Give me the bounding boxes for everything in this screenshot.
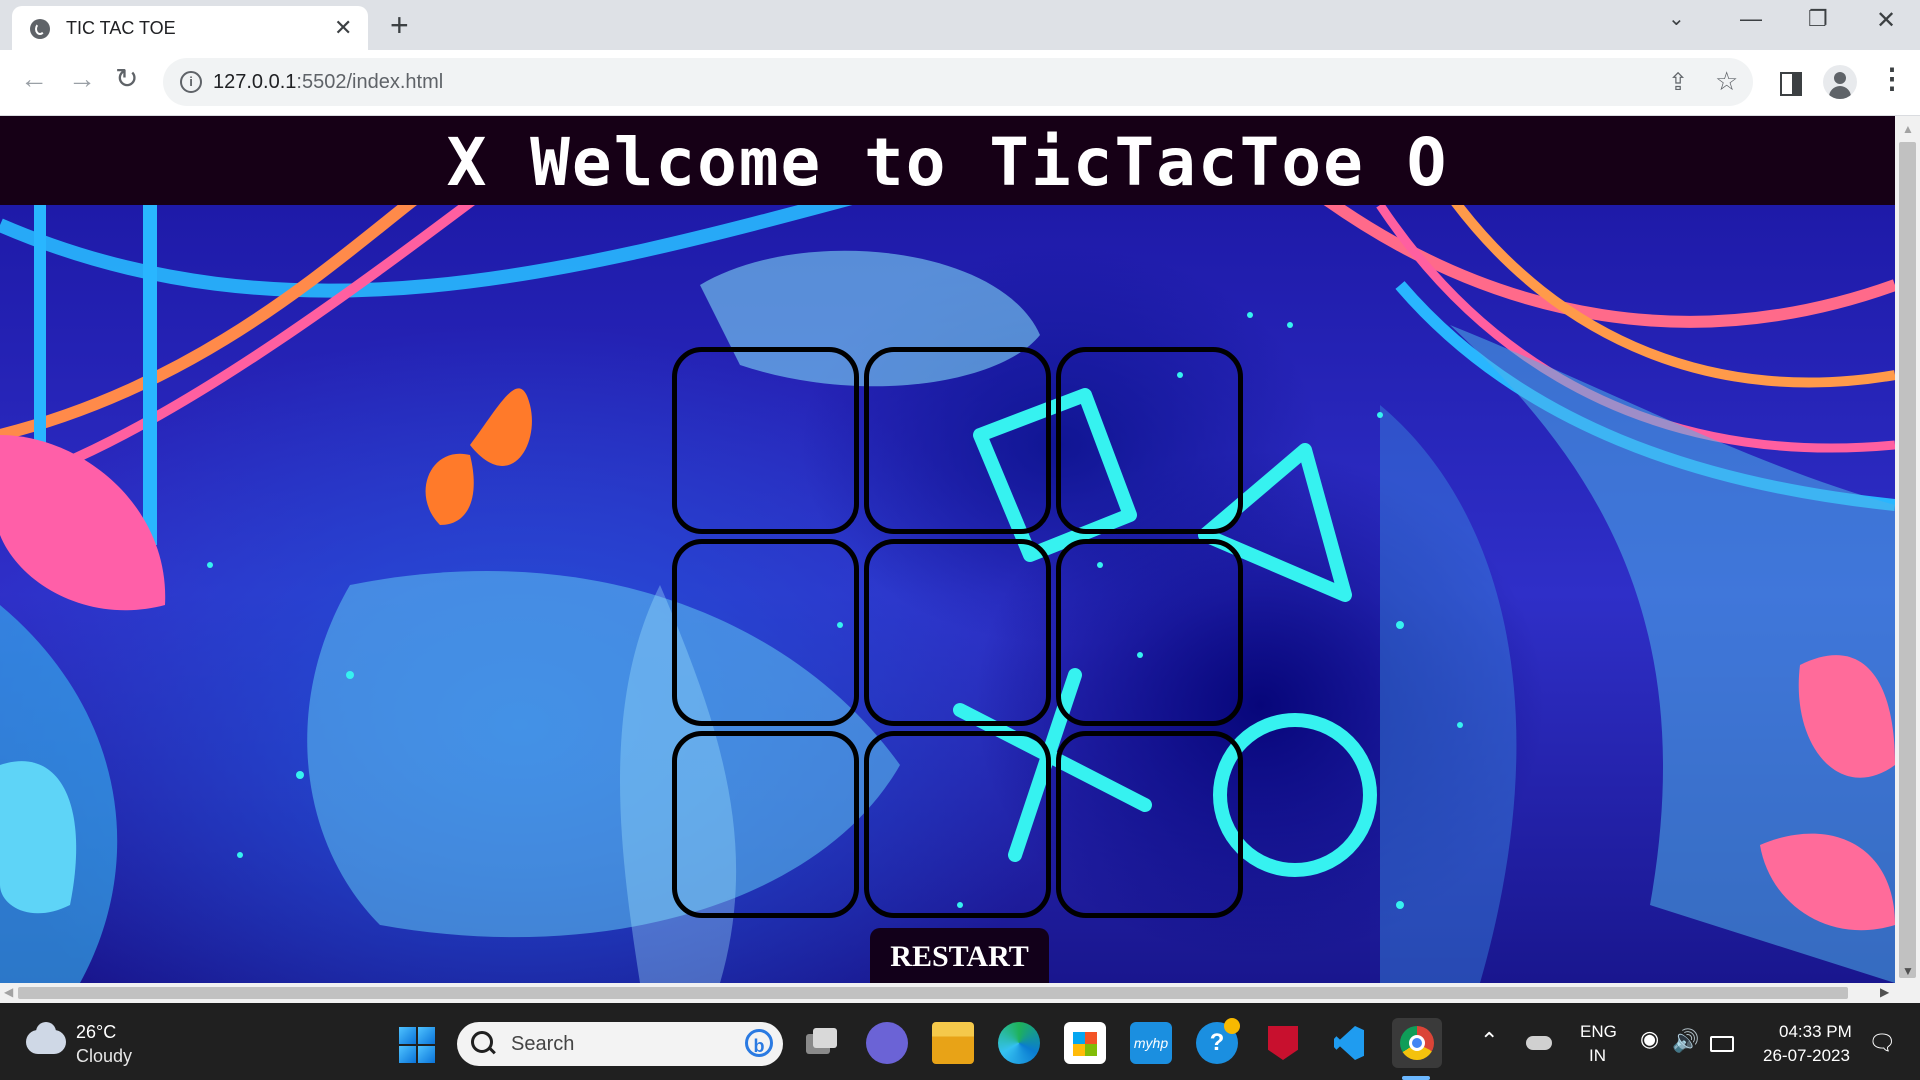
input-language[interactable]: ENG	[1580, 1022, 1617, 1042]
close-tab-icon[interactable]: ✕	[334, 16, 352, 40]
edge-browser-icon[interactable]	[998, 1022, 1040, 1064]
board-cell[interactable]	[672, 731, 859, 918]
horizontal-scroll-thumb[interactable]	[18, 987, 1848, 999]
board-cell[interactable]	[864, 731, 1051, 918]
page-title: X Welcome to TicTacToe O	[446, 124, 1449, 201]
board-cell[interactable]	[1056, 731, 1243, 918]
vscode-icon[interactable]	[1328, 1022, 1370, 1064]
clock-time[interactable]: 04:33 PM	[1779, 1022, 1852, 1042]
url-text[interactable]: 127.0.0.1:5502/index.html	[213, 71, 443, 94]
url-path: :5502/index.html	[296, 71, 444, 93]
input-region[interactable]: IN	[1589, 1046, 1606, 1066]
restart-button[interactable]: RESTART	[870, 928, 1049, 983]
globe-icon	[30, 19, 50, 39]
tab-search-icon[interactable]: ⌄	[1668, 6, 1685, 31]
board-cell[interactable]	[672, 347, 859, 534]
bing-icon[interactable]: b	[745, 1029, 773, 1057]
myhp-icon[interactable]: myhp	[1130, 1022, 1172, 1064]
file-explorer-icon[interactable]	[932, 1022, 974, 1064]
vertical-scroll-thumb[interactable]	[1899, 142, 1916, 978]
board-cell[interactable]	[864, 539, 1051, 726]
side-panel-icon[interactable]	[1780, 72, 1802, 96]
game-header: X Welcome to TicTacToe O	[0, 116, 1895, 205]
chrome-icon[interactable]	[1392, 1018, 1442, 1068]
task-view-icon[interactable]	[800, 1022, 842, 1064]
bookmark-star-icon[interactable]: ☆	[1715, 66, 1738, 97]
cloud-weather-icon[interactable]	[26, 1022, 66, 1054]
board-cell[interactable]	[864, 347, 1051, 534]
game-board	[672, 347, 1243, 918]
new-tab-button[interactable]: +	[390, 8, 409, 42]
minimize-button[interactable]: —	[1740, 6, 1762, 32]
taskbar-search[interactable]: Search b	[457, 1022, 783, 1066]
browser-tab[interactable]: TIC TAC TOE ✕	[12, 6, 368, 50]
url-host: 127.0.0.1	[213, 71, 297, 93]
windows-start-icon[interactable]	[399, 1027, 435, 1063]
mcafee-shield-icon[interactable]	[1262, 1022, 1304, 1064]
profile-avatar-icon[interactable]	[1823, 65, 1857, 99]
vertical-scrollbar[interactable]: ▲ ▼	[1895, 116, 1920, 983]
reload-button[interactable]: ↻	[115, 64, 138, 94]
board-cell[interactable]	[1056, 347, 1243, 534]
volume-icon[interactable]: 🔊	[1672, 1028, 1699, 1054]
close-window-button[interactable]: ✕	[1876, 6, 1896, 35]
scroll-left-arrow-icon[interactable]: ◀	[4, 985, 13, 999]
get-help-icon[interactable]: ?	[1196, 1018, 1240, 1064]
taskbar: 26°C Cloudy Search b myhp ? ⌃ ENG IN ◉ 🔊…	[0, 1008, 1920, 1080]
wifi-icon[interactable]: ◉	[1640, 1026, 1659, 1052]
board-cell[interactable]	[672, 539, 859, 726]
restore-button[interactable]: ❐	[1808, 6, 1828, 32]
onedrive-cloud-icon[interactable]	[1526, 1036, 1552, 1050]
weather-description[interactable]: Cloudy	[76, 1046, 132, 1067]
site-info-icon[interactable]: i	[180, 71, 202, 93]
horizontal-scrollbar[interactable]: ◀ ▶	[0, 983, 1920, 1003]
search-placeholder: Search	[511, 1033, 575, 1055]
clock-date[interactable]: 26-07-2023	[1763, 1046, 1850, 1066]
page-viewport: X Welcome to TicTacToe O RESTART	[0, 116, 1895, 983]
board-cell[interactable]	[1056, 539, 1243, 726]
microsoft-store-icon[interactable]	[1064, 1022, 1106, 1064]
forward-button[interactable]: →	[68, 64, 96, 94]
browser-tab-strip: TIC TAC TOE ✕ + ⌄ — ❐ ✕	[0, 0, 1920, 50]
scroll-right-arrow-icon[interactable]: ▶	[1880, 985, 1889, 999]
browser-toolbar: ← → ↻ i 127.0.0.1:5502/index.html ⇪ ☆ ⋮	[0, 50, 1920, 116]
browser-menu-icon[interactable]: ⋮	[1878, 64, 1906, 94]
tab-title: TIC TAC TOE	[66, 18, 176, 38]
scroll-down-arrow-icon[interactable]: ▼	[1902, 964, 1914, 978]
search-icon	[471, 1031, 493, 1053]
share-icon[interactable]: ⇪	[1668, 68, 1688, 97]
address-bar[interactable]: i 127.0.0.1:5502/index.html ⇪ ☆	[163, 58, 1753, 106]
scroll-up-arrow-icon[interactable]: ▲	[1902, 122, 1914, 136]
battery-icon[interactable]	[1710, 1036, 1734, 1052]
active-app-indicator	[1402, 1076, 1430, 1080]
back-button[interactable]: ←	[20, 64, 48, 94]
notifications-icon[interactable]: 🗨	[1868, 1030, 1896, 1056]
teams-chat-icon[interactable]	[866, 1022, 908, 1064]
show-hidden-icons-chevron-icon[interactable]: ⌃	[1480, 1028, 1498, 1054]
weather-temperature[interactable]: 26°C	[76, 1022, 116, 1043]
